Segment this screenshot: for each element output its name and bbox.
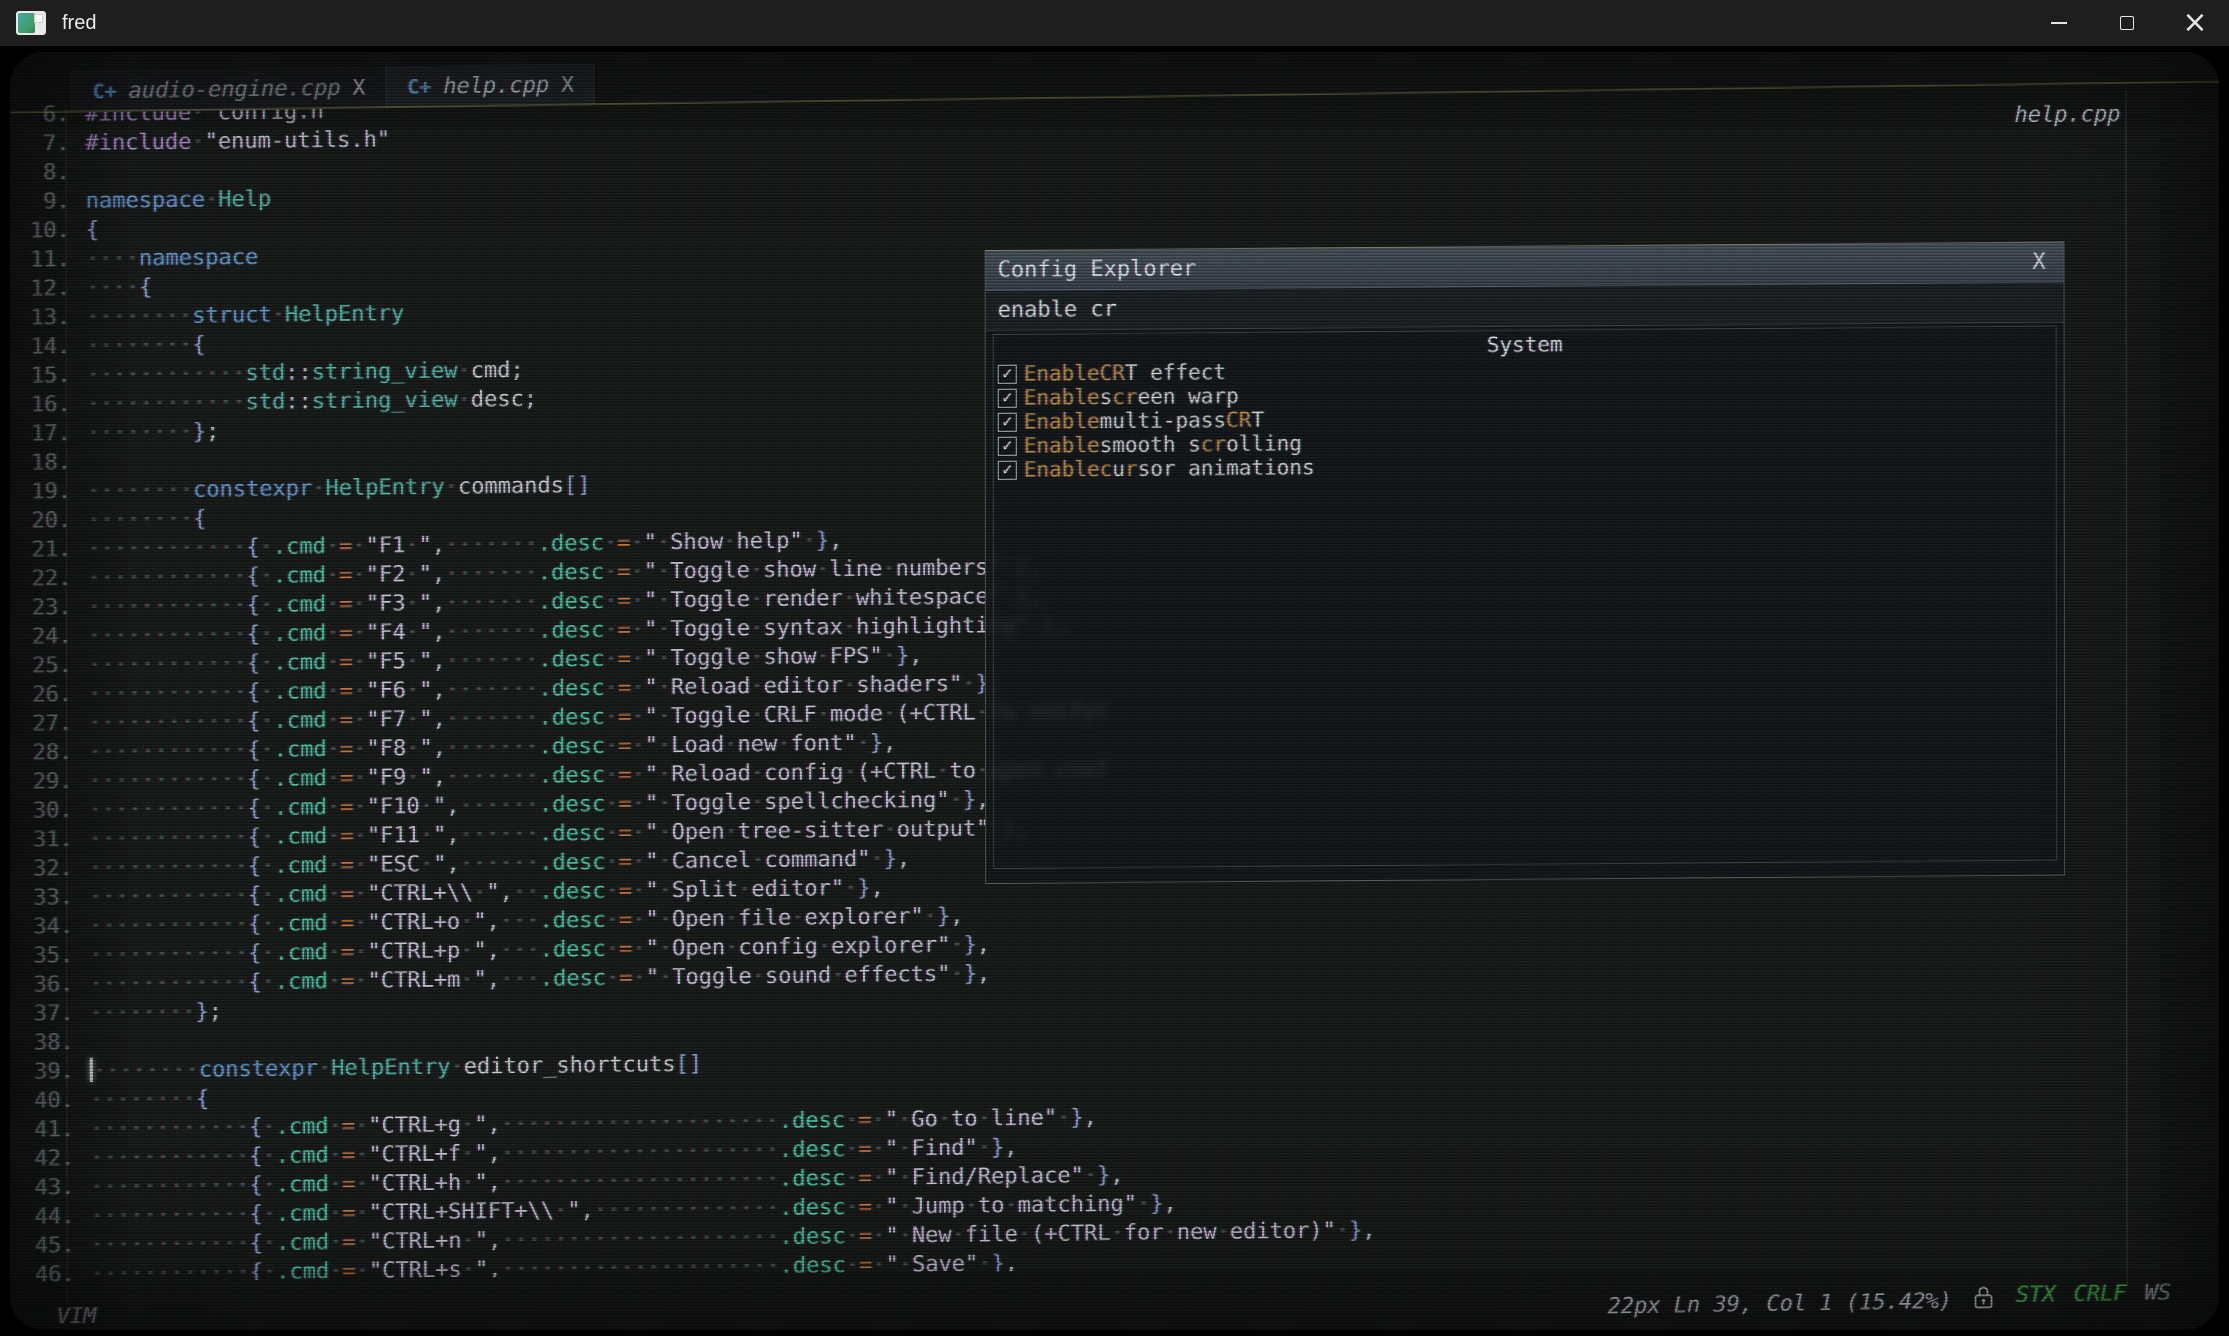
tab-close-icon[interactable]: X xyxy=(561,73,574,97)
line-number: 35. xyxy=(11,941,89,971)
code-text: ········}; xyxy=(89,997,222,1028)
line-number: 34. xyxy=(11,912,89,942)
window-controls: × xyxy=(2025,0,2229,46)
line-number: 19. xyxy=(10,477,87,507)
line-number: 21. xyxy=(10,535,87,565)
line-number: 15. xyxy=(10,361,87,391)
line-number: 27. xyxy=(10,709,88,739)
code-text: ········{ xyxy=(90,1085,209,1115)
line-number: 13. xyxy=(10,303,86,333)
code-text: ········{ xyxy=(86,331,205,361)
dialog-title: Config Explorer xyxy=(998,256,1197,283)
code-text: ············std::string_view·desc; xyxy=(87,385,538,419)
tab-audio-engine.cpp[interactable]: C+ audio-engine.cpp X xyxy=(71,66,386,112)
minimize-icon xyxy=(2051,22,2067,24)
line-number: 24. xyxy=(10,622,88,652)
code-text: { xyxy=(86,216,99,245)
line-number: 42. xyxy=(12,1144,90,1174)
crt-frame: C+audio-engine.cppXC+help.cppX help.cpp … xyxy=(0,46,2229,1336)
line-number: 31. xyxy=(11,825,89,855)
tab-label: help.cpp xyxy=(443,72,549,98)
dialog-body: System ✓Enable CRT effect✓Enable screen … xyxy=(986,324,2064,883)
status-position-label: 22px Ln 39, Col 1 (15.42%) xyxy=(1608,1288,1953,1318)
minimize-button[interactable] xyxy=(2025,0,2093,46)
line-number: 36. xyxy=(11,970,89,1000)
line-number: 8. xyxy=(10,158,86,188)
cpp-file-icon: C+ xyxy=(92,79,116,103)
line-number: 45. xyxy=(13,1231,91,1261)
line-number: 41. xyxy=(12,1115,90,1145)
line-number: 20. xyxy=(10,506,87,536)
line-number: 28. xyxy=(10,738,88,768)
code-text: ········{ xyxy=(87,505,206,535)
active-filename-overlay: help.cpp xyxy=(2014,102,2120,128)
line-number: 10. xyxy=(10,216,86,246)
lock-icon xyxy=(1972,1284,1996,1316)
line-number: 32. xyxy=(11,854,89,884)
line-number: 11. xyxy=(10,245,86,275)
line-number: 25. xyxy=(10,651,88,681)
app-icon xyxy=(16,11,46,35)
line-number: 46. xyxy=(13,1260,91,1283)
status-flag-stx: STX xyxy=(2016,1282,2056,1308)
close-icon: × xyxy=(2182,8,2207,38)
tab-close-icon[interactable]: X xyxy=(352,75,365,99)
line-number: 23. xyxy=(10,593,88,623)
line-number: 22. xyxy=(10,564,88,594)
cpp-file-icon: C+ xyxy=(407,75,431,99)
maximize-button[interactable] xyxy=(2093,0,2161,46)
maximize-icon xyxy=(2120,16,2134,30)
code-text: ········constexpr·HelpEntry·commands[] xyxy=(87,471,590,506)
code-text: ····namespace xyxy=(86,243,258,274)
window-title: fred xyxy=(62,12,96,35)
status-bar: VIM 22px Ln 39, Col 1 (15.42%) STXCRLFWS xyxy=(57,1284,2172,1330)
code-text: namespace·Help xyxy=(86,185,272,216)
status-flag-ws: WS xyxy=(2145,1280,2172,1305)
titlebar[interactable]: fred × xyxy=(0,0,2229,46)
code-text: ····{ xyxy=(86,273,152,303)
line-number: 12. xyxy=(10,274,86,304)
line-number: 43. xyxy=(12,1173,90,1203)
line-number: 26. xyxy=(10,680,88,710)
vim-mode-label: VIM xyxy=(57,1304,97,1329)
editor-screen: C+audio-engine.cppXC+help.cppX help.cpp … xyxy=(10,52,2219,1330)
dialog-inner-border xyxy=(993,326,2057,869)
line-number: 39. xyxy=(12,1057,90,1087)
line-number: 17. xyxy=(10,419,87,449)
dialog-close-button[interactable]: X xyxy=(2026,250,2051,275)
line-number: 9. xyxy=(10,187,86,217)
line-number: 37. xyxy=(11,999,89,1029)
config-search-input[interactable]: enable cr xyxy=(986,283,2064,331)
line-number: 14. xyxy=(10,332,86,362)
close-button[interactable]: × xyxy=(2161,0,2229,46)
line-number: 16. xyxy=(10,390,87,420)
code-text: ········struct·HelpEntry xyxy=(86,299,404,332)
line-number: 29. xyxy=(10,767,88,797)
line-number: 40. xyxy=(12,1086,90,1116)
line-number: 38. xyxy=(12,1028,90,1058)
code-text: ········}; xyxy=(87,417,220,448)
line-number: 44. xyxy=(12,1202,90,1232)
line-number: 18. xyxy=(10,448,87,478)
tab-help.cpp[interactable]: C+ help.cpp X xyxy=(386,63,595,108)
line-number: 33. xyxy=(11,883,89,913)
tab-label: audio-engine.cpp xyxy=(129,75,341,103)
line-number: 7. xyxy=(10,129,86,159)
code-text: #include·"enum-utils.h" xyxy=(85,125,390,158)
status-flag-crlf: CRLF xyxy=(2074,1281,2127,1307)
config-explorer-dialog: Config Explorer X enable cr System ✓Enab… xyxy=(985,242,2066,884)
line-number: 30. xyxy=(11,796,89,826)
